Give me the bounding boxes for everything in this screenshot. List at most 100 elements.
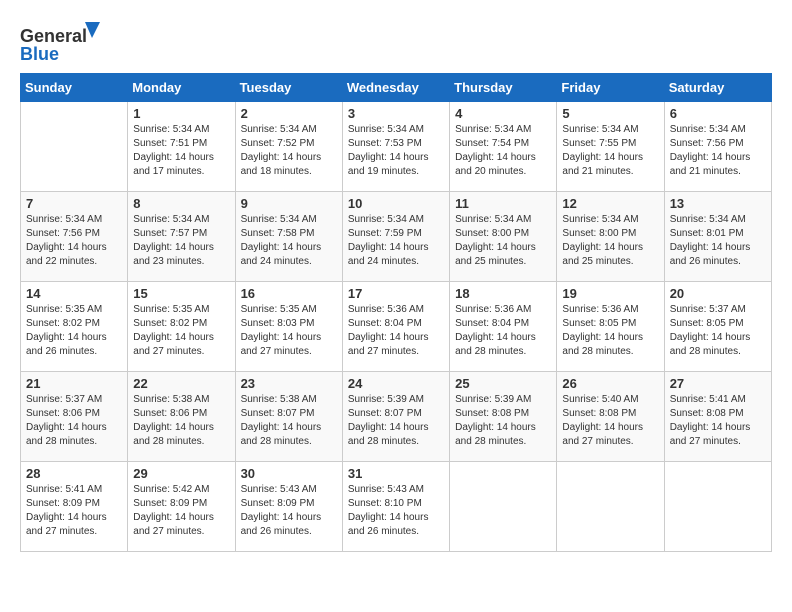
- week-row-3: 14 Sunrise: 5:35 AMSunset: 8:02 PMDayligh…: [21, 282, 772, 372]
- day-info: Sunrise: 5:41 AMSunset: 8:09 PMDaylight:…: [26, 483, 122, 539]
- day-cell: 17 Sunrise: 5:36 AMSunset: 8:04 PMDayligh…: [342, 282, 449, 372]
- day-number: 22: [133, 376, 229, 391]
- week-row-5: 28 Sunrise: 5:41 AMSunset: 8:09 PMDayligh…: [21, 462, 772, 552]
- day-number: 15: [133, 286, 229, 301]
- day-number: 30: [241, 466, 337, 481]
- day-cell: 11Sunrise: 5:34 AMSunset: 8:00 PMDayligh…: [450, 192, 557, 282]
- day-header-wednesday: Wednesday: [342, 74, 449, 102]
- day-info: Sunrise: 5:41 AMSunset: 8:08 PMDaylight:…: [670, 393, 766, 449]
- day-info: Sunrise: 5:34 AMSunset: 7:55 PMDaylight:…: [562, 123, 658, 179]
- day-cell: [450, 462, 557, 552]
- day-info: Sunrise: 5:38 AMSunset: 8:07 PMDaylight:…: [241, 393, 337, 449]
- day-cell: [664, 462, 771, 552]
- day-number: 28: [26, 466, 122, 481]
- week-row-2: 7 Sunrise: 5:34 AMSunset: 7:56 PMDaylight…: [21, 192, 772, 282]
- day-number: 10: [348, 196, 444, 211]
- day-info: Sunrise: 5:34 AMSunset: 7:51 PMDaylight:…: [133, 123, 229, 179]
- day-header-friday: Friday: [557, 74, 664, 102]
- day-number: 17: [348, 286, 444, 301]
- day-info: Sunrise: 5:35 AMSunset: 8:03 PMDaylight:…: [241, 303, 337, 359]
- logo: GeneralBlue: [20, 20, 100, 65]
- day-number: 16: [241, 286, 337, 301]
- day-cell: 5 Sunrise: 5:34 AMSunset: 7:55 PMDaylight…: [557, 102, 664, 192]
- day-cell: 3Sunrise: 5:34 AMSunset: 7:53 PMDaylight…: [342, 102, 449, 192]
- day-cell: 4Sunrise: 5:34 AMSunset: 7:54 PMDaylight…: [450, 102, 557, 192]
- day-cell: 12Sunrise: 5:34 AMSunset: 8:00 PMDayligh…: [557, 192, 664, 282]
- day-info: Sunrise: 5:42 AMSunset: 8:09 PMDaylight:…: [133, 483, 229, 539]
- day-number: 23: [241, 376, 337, 391]
- day-header-saturday: Saturday: [664, 74, 771, 102]
- page-header: GeneralBlue: [20, 20, 772, 65]
- day-number: 25: [455, 376, 551, 391]
- day-cell: 26 Sunrise: 5:40 AMSunset: 8:08 PMDayligh…: [557, 372, 664, 462]
- day-number: 8: [133, 196, 229, 211]
- day-header-monday: Monday: [128, 74, 235, 102]
- day-number: 14: [26, 286, 122, 301]
- day-info: Sunrise: 5:37 AMSunset: 8:05 PMDaylight:…: [670, 303, 766, 359]
- day-number: 7: [26, 196, 122, 211]
- day-cell: 25Sunrise: 5:39 AMSunset: 8:08 PMDayligh…: [450, 372, 557, 462]
- day-cell: 20Sunrise: 5:37 AMSunset: 8:05 PMDayligh…: [664, 282, 771, 372]
- day-cell: 13 Sunrise: 5:34 AMSunset: 8:01 PMDayligh…: [664, 192, 771, 282]
- calendar-body: 1Sunrise: 5:34 AMSunset: 7:51 PMDaylight…: [21, 102, 772, 552]
- day-info: Sunrise: 5:35 AMSunset: 8:02 PMDaylight:…: [26, 303, 122, 359]
- day-info: Sunrise: 5:35 AMSunset: 8:02 PMDaylight:…: [133, 303, 229, 359]
- svg-text:Blue: Blue: [20, 44, 59, 64]
- day-cell: 1Sunrise: 5:34 AMSunset: 7:51 PMDaylight…: [128, 102, 235, 192]
- day-number: 26: [562, 376, 658, 391]
- day-cell: 24Sunrise: 5:39 AMSunset: 8:07 PMDayligh…: [342, 372, 449, 462]
- day-cell: 6Sunrise: 5:34 AMSunset: 7:56 PMDaylight…: [664, 102, 771, 192]
- day-cell: [21, 102, 128, 192]
- day-cell: 10 Sunrise: 5:34 AMSunset: 7:59 PMDayligh…: [342, 192, 449, 282]
- day-info: Sunrise: 5:34 AMSunset: 8:01 PMDaylight:…: [670, 213, 766, 269]
- day-header-sunday: Sunday: [21, 74, 128, 102]
- day-info: Sunrise: 5:34 AMSunset: 7:53 PMDaylight:…: [348, 123, 444, 179]
- day-info: Sunrise: 5:34 AMSunset: 7:59 PMDaylight:…: [348, 213, 444, 269]
- svg-text:General: General: [20, 26, 87, 46]
- day-cell: 23 Sunrise: 5:38 AMSunset: 8:07 PMDayligh…: [235, 372, 342, 462]
- day-info: Sunrise: 5:39 AMSunset: 8:07 PMDaylight:…: [348, 393, 444, 449]
- day-info: Sunrise: 5:37 AMSunset: 8:06 PMDaylight:…: [26, 393, 122, 449]
- calendar-table: SundayMondayTuesdayWednesdayThursdayFrid…: [20, 73, 772, 552]
- day-info: Sunrise: 5:38 AMSunset: 8:06 PMDaylight:…: [133, 393, 229, 449]
- day-header-tuesday: Tuesday: [235, 74, 342, 102]
- day-cell: 18 Sunrise: 5:36 AMSunset: 8:04 PMDayligh…: [450, 282, 557, 372]
- day-number: 11: [455, 196, 551, 211]
- day-info: Sunrise: 5:34 AMSunset: 7:56 PMDaylight:…: [670, 123, 766, 179]
- logo-svg: GeneralBlue: [20, 20, 100, 65]
- day-info: Sunrise: 5:43 AMSunset: 8:09 PMDaylight:…: [241, 483, 337, 539]
- day-cell: 19 Sunrise: 5:36 AMSunset: 8:05 PMDayligh…: [557, 282, 664, 372]
- day-info: Sunrise: 5:40 AMSunset: 8:08 PMDaylight:…: [562, 393, 658, 449]
- day-cell: 22 Sunrise: 5:38 AMSunset: 8:06 PMDayligh…: [128, 372, 235, 462]
- day-number: 31: [348, 466, 444, 481]
- day-cell: 9 Sunrise: 5:34 AMSunset: 7:58 PMDaylight…: [235, 192, 342, 282]
- day-number: 9: [241, 196, 337, 211]
- day-cell: 30 Sunrise: 5:43 AMSunset: 8:09 PMDayligh…: [235, 462, 342, 552]
- day-number: 29: [133, 466, 229, 481]
- day-cell: 14 Sunrise: 5:35 AMSunset: 8:02 PMDayligh…: [21, 282, 128, 372]
- day-info: Sunrise: 5:34 AMSunset: 7:52 PMDaylight:…: [241, 123, 337, 179]
- day-cell: 27Sunrise: 5:41 AMSunset: 8:08 PMDayligh…: [664, 372, 771, 462]
- day-cell: 29 Sunrise: 5:42 AMSunset: 8:09 PMDayligh…: [128, 462, 235, 552]
- day-info: Sunrise: 5:43 AMSunset: 8:10 PMDaylight:…: [348, 483, 444, 539]
- day-number: 21: [26, 376, 122, 391]
- day-info: Sunrise: 5:34 AMSunset: 7:56 PMDaylight:…: [26, 213, 122, 269]
- day-number: 19: [562, 286, 658, 301]
- day-cell: 31 Sunrise: 5:43 AMSunset: 8:10 PMDayligh…: [342, 462, 449, 552]
- day-cell: [557, 462, 664, 552]
- day-info: Sunrise: 5:36 AMSunset: 8:05 PMDaylight:…: [562, 303, 658, 359]
- week-row-1: 1Sunrise: 5:34 AMSunset: 7:51 PMDaylight…: [21, 102, 772, 192]
- day-info: Sunrise: 5:34 AMSunset: 7:58 PMDaylight:…: [241, 213, 337, 269]
- day-number: 2: [241, 106, 337, 121]
- day-cell: 21 Sunrise: 5:37 AMSunset: 8:06 PMDayligh…: [21, 372, 128, 462]
- day-number: 18: [455, 286, 551, 301]
- day-number: 5: [562, 106, 658, 121]
- day-cell: 8Sunrise: 5:34 AMSunset: 7:57 PMDaylight…: [128, 192, 235, 282]
- day-cell: 28 Sunrise: 5:41 AMSunset: 8:09 PMDayligh…: [21, 462, 128, 552]
- day-cell: 16 Sunrise: 5:35 AMSunset: 8:03 PMDayligh…: [235, 282, 342, 372]
- day-info: Sunrise: 5:36 AMSunset: 8:04 PMDaylight:…: [348, 303, 444, 359]
- day-number: 13: [670, 196, 766, 211]
- day-info: Sunrise: 5:34 AMSunset: 8:00 PMDaylight:…: [562, 213, 658, 269]
- day-info: Sunrise: 5:36 AMSunset: 8:04 PMDaylight:…: [455, 303, 551, 359]
- week-row-4: 21 Sunrise: 5:37 AMSunset: 8:06 PMDayligh…: [21, 372, 772, 462]
